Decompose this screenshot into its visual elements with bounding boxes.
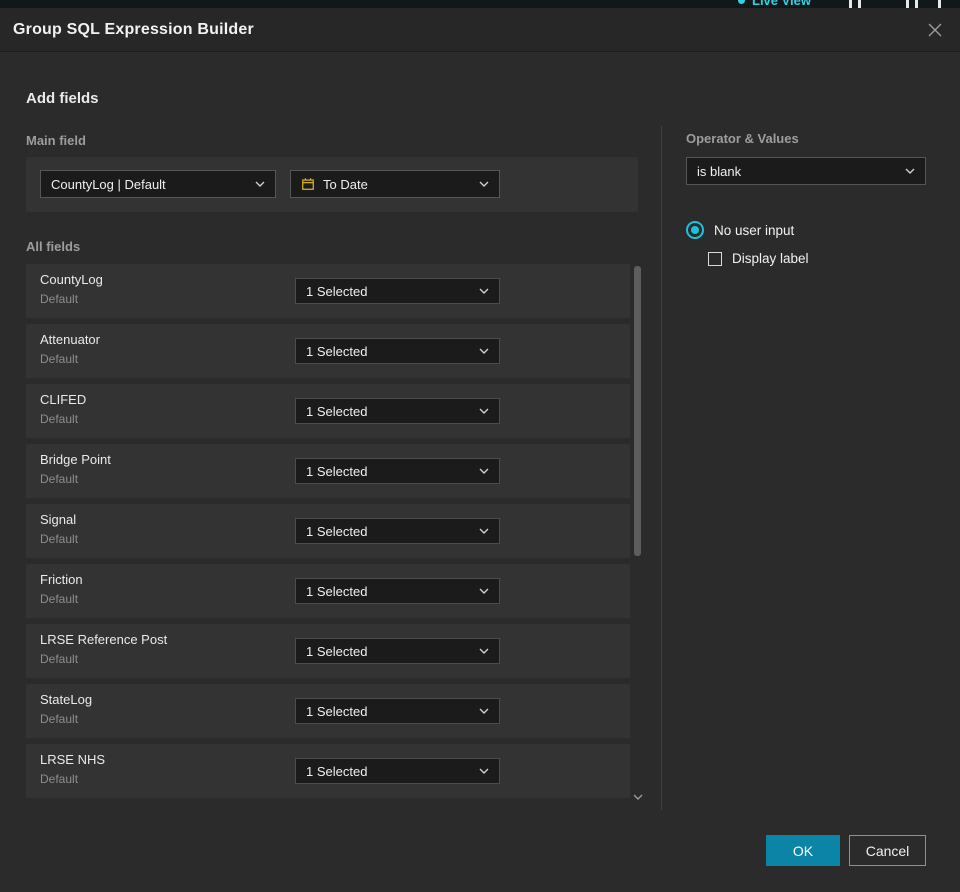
field-row-clifed: CLIFED Default 1 Selected [26,384,630,438]
field-selection-value: 1 Selected [306,643,368,659]
all-fields-list: CountyLog Default 1 Selected Attenuator … [26,264,630,804]
group-sql-expression-builder-dialog: Group SQL Expression Builder Add fields … [0,8,960,892]
field-selection-value: 1 Selected [306,343,368,359]
chevron-down-icon [479,288,489,294]
field-subtitle: Default [40,472,79,486]
field-name: Attenuator [40,332,100,347]
app-top-bar: Live View [0,0,960,8]
field-name: Bridge Point [40,452,111,467]
toolbar-bar-icon[interactable] [938,0,941,8]
column-divider [661,126,662,810]
operator-values-label: Operator & Values [686,131,799,146]
field-selection-value: 1 Selected [306,763,368,779]
dialog-title: Group SQL Expression Builder [13,20,254,38]
chevron-down-icon [479,708,489,714]
field-row-lrse-reference-post: LRSE Reference Post Default 1 Selected [26,624,630,678]
scrollbar-thumb[interactable] [634,266,641,556]
operator-select[interactable]: is blank [686,157,926,185]
field-selection-dropdown[interactable]: 1 Selected [295,278,500,304]
field-selection-dropdown[interactable]: 1 Selected [295,398,500,424]
field-name: LRSE Reference Post [40,632,168,647]
chevron-down-icon [479,468,489,474]
field-selection-dropdown[interactable]: 1 Selected [295,518,500,544]
chevron-down-icon [255,181,265,187]
toolbar-bar-icon[interactable] [906,0,909,8]
field-subtitle: Default [40,592,79,606]
field-name: LRSE NHS [40,752,106,767]
live-view-label: Live View [752,0,812,8]
main-field-select[interactable]: CountyLog | Default [40,170,276,198]
field-name: CLIFED [40,392,87,407]
field-row-signal: Signal Default 1 Selected [26,504,630,558]
main-field-panel: CountyLog | Default To Date [26,157,638,212]
chevron-down-icon [905,168,915,174]
chevron-down-icon [479,181,489,187]
close-icon[interactable] [926,21,944,39]
section-title: Add fields [26,90,99,107]
field-subtitle: Default [40,292,79,306]
dialog-header: Group SQL Expression Builder [0,8,960,52]
live-view-indicator[interactable]: Live View [738,0,811,8]
chevron-down-icon [479,588,489,594]
calendar-icon [301,177,315,191]
field-row-countylog: CountyLog Default 1 Selected [26,264,630,318]
field-row-bridge-point: Bridge Point Default 1 Selected [26,444,630,498]
chevron-down-icon [479,528,489,534]
field-selection-value: 1 Selected [306,523,368,539]
field-row-statelog: StateLog Default 1 Selected [26,684,630,738]
chevron-down-icon [479,348,489,354]
screen: Live View Group SQL Expression Builder A… [0,0,960,892]
scrollbar-down-arrow-icon[interactable] [632,788,644,806]
field-selection-value: 1 Selected [306,283,368,299]
toolbar-bar-icon[interactable] [849,0,852,8]
field-subtitle: Default [40,652,79,666]
live-dot-icon [738,0,745,4]
checkbox-unchecked-icon [708,251,722,266]
date-field-select[interactable]: To Date [290,170,500,198]
field-name: Friction [40,572,83,587]
field-selection-dropdown[interactable]: 1 Selected [295,698,500,724]
field-selection-value: 1 Selected [306,403,368,419]
field-selection-dropdown[interactable]: 1 Selected [295,338,500,364]
chevron-down-icon [479,768,489,774]
field-selection-dropdown[interactable]: 1 Selected [295,758,500,784]
field-selection-dropdown[interactable]: 1 Selected [295,578,500,604]
operator-select-value: is blank [697,163,742,179]
field-selection-dropdown[interactable]: 1 Selected [295,458,500,484]
field-selection-value: 1 Selected [306,583,368,599]
field-row-attenuator: Attenuator Default 1 Selected [26,324,630,378]
field-selection-value: 1 Selected [306,463,368,479]
date-field-select-value: To Date [323,176,368,192]
field-row-friction: Friction Default 1 Selected [26,564,630,618]
main-field-label: Main field [26,133,86,148]
field-selection-value: 1 Selected [306,703,368,719]
toolbar-bar-icon[interactable] [915,0,918,8]
field-subtitle: Default [40,352,79,366]
toolbar-bar-icon[interactable] [858,0,861,8]
field-subtitle: Default [40,412,79,426]
chevron-down-icon [479,408,489,414]
field-selection-dropdown[interactable]: 1 Selected [295,638,500,664]
main-field-select-value: CountyLog | Default [51,176,166,192]
field-subtitle: Default [40,532,79,546]
chevron-down-icon [479,648,489,654]
ok-button[interactable]: OK [766,835,840,866]
field-name: Signal [40,512,77,527]
radio-label: No user input [714,222,795,238]
field-name: StateLog [40,692,93,707]
cancel-button[interactable]: Cancel [849,835,926,866]
all-fields-label: All fields [26,239,81,254]
radio-selected-icon [686,221,704,239]
field-subtitle: Default [40,712,79,726]
field-subtitle: Default [40,772,79,786]
display-label-checkbox[interactable]: Display label [708,251,809,266]
checkbox-label: Display label [732,251,809,266]
field-name: CountyLog [40,272,103,287]
no-user-input-radio[interactable]: No user input [686,221,794,239]
field-row-lrse-nhs: LRSE NHS Default 1 Selected [26,744,630,798]
